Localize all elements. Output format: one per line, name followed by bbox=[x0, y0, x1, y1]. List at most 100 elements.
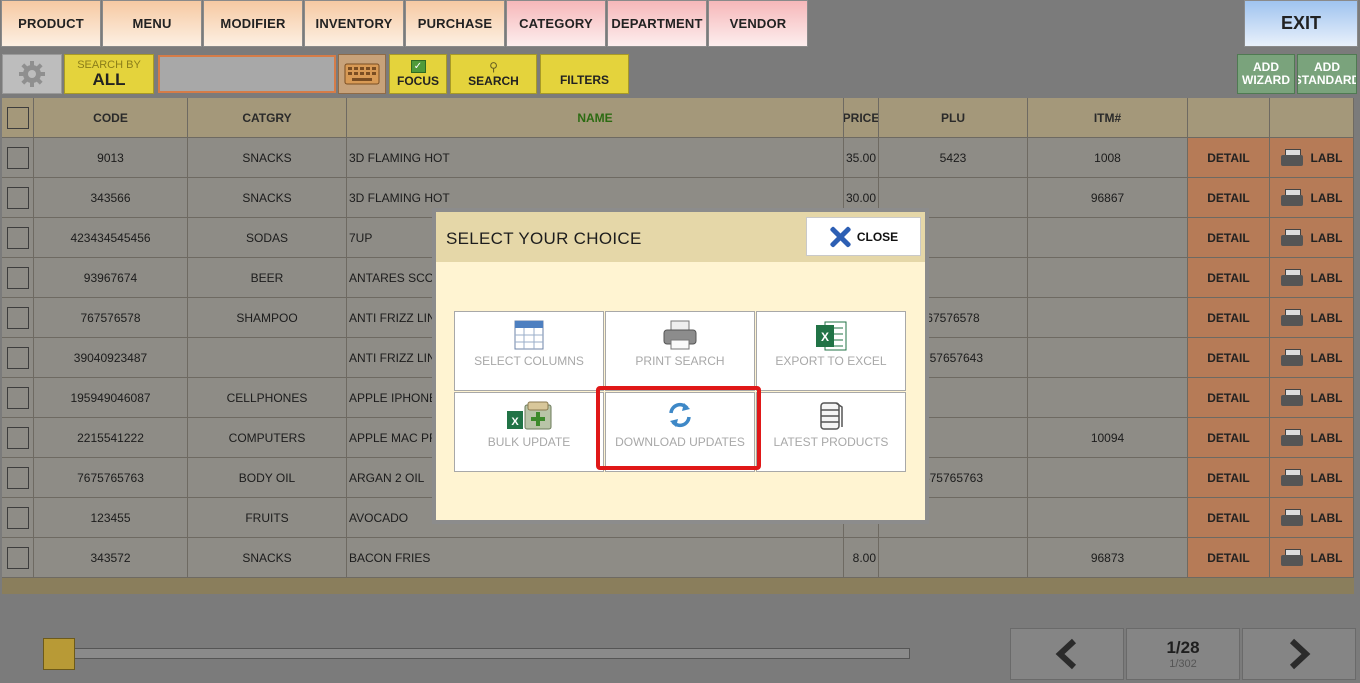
labl-label: LABL bbox=[1310, 390, 1343, 405]
select-choice-dialog: SELECT YOUR CHOICE CLOSE SELECT COLUMNS … bbox=[432, 208, 929, 524]
select-columns-button[interactable]: SELECT COLUMNS bbox=[454, 311, 604, 391]
row-select-cell bbox=[2, 458, 34, 498]
search-by-button[interactable]: SEARCH BY ALL bbox=[64, 54, 154, 94]
labl-label: LABL bbox=[1310, 350, 1343, 365]
scroll-slider-thumb[interactable] bbox=[43, 638, 75, 670]
row-checkbox[interactable] bbox=[6, 426, 29, 449]
label-print-button[interactable]: LABL bbox=[1270, 258, 1354, 298]
header-detail-blank bbox=[1188, 98, 1270, 138]
label-print-button[interactable]: LABL bbox=[1270, 418, 1354, 458]
row-checkbox[interactable] bbox=[6, 186, 29, 209]
detail-button[interactable]: DETAIL bbox=[1188, 538, 1270, 578]
row-checkbox[interactable] bbox=[6, 146, 29, 169]
detail-button[interactable]: DETAIL bbox=[1188, 258, 1270, 298]
add-wizard-button[interactable]: ADD WIZARD bbox=[1237, 54, 1295, 94]
row-checkbox[interactable] bbox=[6, 506, 29, 529]
table-row[interactable]: 9013 SNACKS 3D FLAMING HOT 35.00 5423 1008 DET… bbox=[2, 138, 1354, 178]
detail-button[interactable]: DETAIL bbox=[1188, 378, 1270, 418]
row-checkbox[interactable] bbox=[6, 306, 29, 329]
label-print-button[interactable]: LABL bbox=[1270, 378, 1354, 418]
row-checkbox[interactable] bbox=[6, 466, 29, 489]
detail-button[interactable]: DETAIL bbox=[1188, 138, 1270, 178]
cell-code: 343572 bbox=[34, 538, 188, 578]
cell-itm bbox=[1028, 378, 1188, 418]
settings-button[interactable] bbox=[2, 54, 62, 94]
select-all-checkbox[interactable] bbox=[6, 106, 29, 129]
row-checkbox[interactable] bbox=[6, 386, 29, 409]
focus-button[interactable]: ✓ FOCUS bbox=[389, 54, 447, 94]
cell-code: 39040923487 bbox=[34, 338, 188, 378]
table-columns-icon bbox=[514, 320, 544, 350]
header-price[interactable]: PRICE bbox=[844, 98, 879, 138]
printer-icon bbox=[1280, 228, 1303, 247]
row-checkbox[interactable] bbox=[6, 346, 29, 369]
label-print-button[interactable]: LABL bbox=[1270, 218, 1354, 258]
focus-label: FOCUS bbox=[397, 74, 439, 88]
row-checkbox[interactable] bbox=[6, 266, 29, 289]
cell-code: 767576578 bbox=[34, 298, 188, 338]
detail-button[interactable]: DETAIL bbox=[1188, 298, 1270, 338]
cell-code: 195949046087 bbox=[34, 378, 188, 418]
search-button[interactable]: ⚲ SEARCH bbox=[450, 54, 537, 94]
label-print-button[interactable]: LABL bbox=[1270, 178, 1354, 218]
detail-button[interactable]: DETAIL bbox=[1188, 458, 1270, 498]
row-checkbox[interactable] bbox=[6, 546, 29, 569]
row-checkbox[interactable] bbox=[6, 226, 29, 249]
label-print-button[interactable]: LABL bbox=[1270, 298, 1354, 338]
svg-text:X: X bbox=[821, 330, 829, 344]
print-search-button[interactable]: PRINT SEARCH bbox=[605, 311, 755, 391]
exit-button[interactable]: EXIT bbox=[1244, 0, 1358, 47]
filters-button[interactable]: FILTERS bbox=[540, 54, 629, 94]
detail-button[interactable]: DETAIL bbox=[1188, 498, 1270, 538]
close-button[interactable]: CLOSE bbox=[806, 217, 921, 256]
add-standard-button[interactable]: ADD STANDARD bbox=[1297, 54, 1357, 94]
detail-button[interactable]: DETAIL bbox=[1188, 178, 1270, 218]
page-indicator: 1/28 1/302 bbox=[1126, 628, 1240, 680]
cell-code: 93967674 bbox=[34, 258, 188, 298]
keyboard-button[interactable] bbox=[338, 54, 386, 94]
tab-vendor[interactable]: VENDOR bbox=[708, 0, 808, 47]
select-columns-label: SELECT COLUMNS bbox=[474, 354, 584, 368]
tab-purchase[interactable]: PURCHASE bbox=[405, 0, 505, 47]
bulk-update-button[interactable]: X BULK UPDATE bbox=[454, 392, 604, 472]
tab-category[interactable]: CATEGORY bbox=[506, 0, 606, 47]
label-print-button[interactable]: LABL bbox=[1270, 498, 1354, 538]
header-name[interactable]: NAME bbox=[347, 98, 844, 138]
label-print-button[interactable]: LABL bbox=[1270, 538, 1354, 578]
search-input[interactable] bbox=[158, 55, 336, 93]
cell-category: SHAMPOO bbox=[188, 298, 347, 338]
labl-label: LABL bbox=[1310, 510, 1343, 525]
row-select-cell bbox=[2, 218, 34, 258]
tab-modifier[interactable]: MODIFIER bbox=[203, 0, 303, 47]
printer-icon bbox=[1280, 268, 1303, 287]
latest-products-button[interactable]: LATEST PRODUCTS bbox=[756, 392, 906, 472]
printer-icon bbox=[1280, 388, 1303, 407]
table-row[interactable]: 343572 SNACKS BACON FRIES 8.00 96873 DETAIL LA… bbox=[2, 538, 1354, 578]
label-print-button[interactable]: LABL bbox=[1270, 458, 1354, 498]
header-category[interactable]: CATGRY bbox=[188, 98, 347, 138]
chevron-left-icon bbox=[1055, 638, 1077, 670]
tab-menu[interactable]: MENU bbox=[102, 0, 202, 47]
header-code[interactable]: CODE bbox=[34, 98, 188, 138]
detail-button[interactable]: DETAIL bbox=[1188, 338, 1270, 378]
row-select-cell bbox=[2, 138, 34, 178]
printer-icon bbox=[663, 320, 697, 350]
detail-button[interactable]: DETAIL bbox=[1188, 418, 1270, 458]
label-print-button[interactable]: LABL bbox=[1270, 338, 1354, 378]
next-page-button[interactable] bbox=[1242, 628, 1356, 680]
cell-category: BEER bbox=[188, 258, 347, 298]
tab-product[interactable]: PRODUCT bbox=[1, 0, 101, 47]
prev-page-button[interactable] bbox=[1010, 628, 1124, 680]
tab-department[interactable]: DEPARTMENT bbox=[607, 0, 707, 47]
export-to-excel-button[interactable]: X EXPORT TO EXCEL bbox=[756, 311, 906, 391]
detail-button[interactable]: DETAIL bbox=[1188, 218, 1270, 258]
label-print-button[interactable]: LABL bbox=[1270, 138, 1354, 178]
header-itm[interactable]: ITM# bbox=[1028, 98, 1188, 138]
tab-inventory[interactable]: INVENTORY bbox=[304, 0, 404, 47]
scroll-slider-track[interactable] bbox=[74, 648, 910, 659]
cell-code: 423434545456 bbox=[34, 218, 188, 258]
cell-category: SNACKS bbox=[188, 538, 347, 578]
header-plu[interactable]: PLU bbox=[879, 98, 1028, 138]
svg-text:X: X bbox=[511, 416, 519, 428]
row-select-cell bbox=[2, 298, 34, 338]
